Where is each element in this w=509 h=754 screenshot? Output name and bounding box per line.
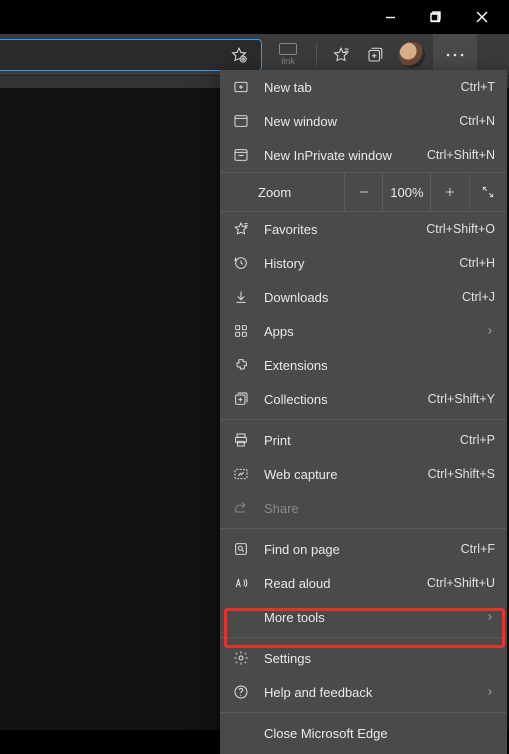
menu-item-print[interactable]: Print Ctrl+P [220,423,507,457]
profile-avatar[interactable] [399,42,425,68]
menu-separator [220,637,507,638]
chevron-right-icon [481,685,495,700]
menu-item-shortcut: Ctrl+J [462,290,495,304]
menu-item-shortcut: Ctrl+P [460,433,495,447]
menu-item-more-tools[interactable]: More tools [220,600,507,634]
inprivate-icon [230,147,252,163]
zoom-row: Zoom 100% [220,172,507,212]
menu-item-shortcut: Ctrl+Shift+S [428,467,495,481]
menu-item-shortcut: Ctrl+N [459,114,495,128]
menu-item-label: Web capture [264,467,416,482]
history-icon [230,255,252,271]
chevron-right-icon [481,610,495,625]
menu-item-label: New tab [264,80,449,95]
new-tab-icon [230,79,252,95]
menu-item-close-microsoft-edge[interactable]: Close Microsoft Edge [220,716,507,750]
menu-item-label: New window [264,114,447,129]
add-favorite-icon[interactable] [223,39,255,71]
help-icon [230,684,252,700]
window-minimize-button[interactable] [367,1,413,33]
menu-item-new-tab[interactable]: New tab Ctrl+T [220,70,507,104]
menu-item-label: More tools [264,610,469,625]
menu-item-shortcut: Ctrl+Shift+Y [428,392,495,406]
menu-item-shortcut: Ctrl+H [459,256,495,270]
more-menu: New tab Ctrl+T New window Ctrl+N New InPriva… [220,70,507,754]
window-close-button[interactable] [459,1,505,33]
menu-item-label: Read aloud [264,576,415,591]
menu-item-new-inprivate-window[interactable]: New InPrivate window Ctrl+Shift+N [220,138,507,172]
new-window-icon [230,113,252,129]
favorites-button[interactable] [325,39,357,71]
apps-icon [230,323,252,339]
share-icon [230,500,252,516]
menu-item-label: Collections [264,392,416,407]
zoom-in-button[interactable] [430,173,468,211]
menu-separator [220,712,507,713]
readaloud-icon [230,575,252,591]
capture-icon [230,466,252,482]
zoom-out-button[interactable] [344,173,382,211]
settings-gear-icon [230,650,252,666]
menu-item-label: Share [264,501,495,516]
menu-item-help-and-feedback[interactable]: Help and feedback [220,675,507,709]
menu-item-shortcut: Ctrl+Shift+U [427,576,495,590]
address-bar[interactable] [0,39,262,71]
menu-item-shortcut: Ctrl+Shift+N [427,148,495,162]
menu-item-find-on-page[interactable]: Find on page Ctrl+F [220,532,507,566]
menu-item-shortcut: Ctrl+F [461,542,495,556]
link-drop-label: link [279,57,297,66]
menu-item-label: Find on page [264,542,449,557]
favorites-star-icon [230,221,252,237]
menu-item-label: Print [264,433,448,448]
menu-item-label: Settings [264,651,495,666]
menu-item-shortcut: Ctrl+Shift+O [426,222,495,236]
menu-item-label: Close Microsoft Edge [264,726,495,741]
extensions-icon [230,357,252,373]
zoom-value: 100% [382,173,430,211]
menu-item-apps[interactable]: Apps [220,314,507,348]
menu-item-collections[interactable]: Collections Ctrl+Shift+Y [220,382,507,416]
collections-button[interactable] [359,39,391,71]
menu-item-share: Share [220,491,507,525]
menu-item-label: History [264,256,447,271]
menu-item-label: Extensions [264,358,495,373]
menu-item-web-capture[interactable]: Web capture Ctrl+Shift+S [220,457,507,491]
menu-item-settings[interactable]: Settings [220,641,507,675]
menu-item-label: Downloads [264,290,450,305]
downloads-icon [230,289,252,305]
menu-item-label: New InPrivate window [264,148,415,163]
collections2-icon [230,391,252,407]
menu-separator [220,419,507,420]
toolbar-separator [316,44,317,66]
menu-item-shortcut: Ctrl+T [461,80,495,94]
menu-item-downloads[interactable]: Downloads Ctrl+J [220,280,507,314]
fullscreen-button[interactable] [469,173,507,211]
menu-item-read-aloud[interactable]: Read aloud Ctrl+Shift+U [220,566,507,600]
zoom-label: Zoom [220,185,344,200]
find-icon [230,541,252,557]
window-titlebar [0,0,509,34]
window-maximize-button[interactable] [413,1,459,33]
link-drop-button[interactable]: link [268,39,308,71]
menu-item-label: Help and feedback [264,685,469,700]
menu-item-favorites[interactable]: Favorites Ctrl+Shift+O [220,212,507,246]
chevron-right-icon [481,324,495,339]
menu-item-extensions[interactable]: Extensions [220,348,507,382]
menu-separator [220,528,507,529]
menu-item-history[interactable]: History Ctrl+H [220,246,507,280]
menu-item-new-window[interactable]: New window Ctrl+N [220,104,507,138]
menu-item-label: Favorites [264,222,414,237]
print-icon [230,432,252,448]
menu-item-label: Apps [264,324,469,339]
